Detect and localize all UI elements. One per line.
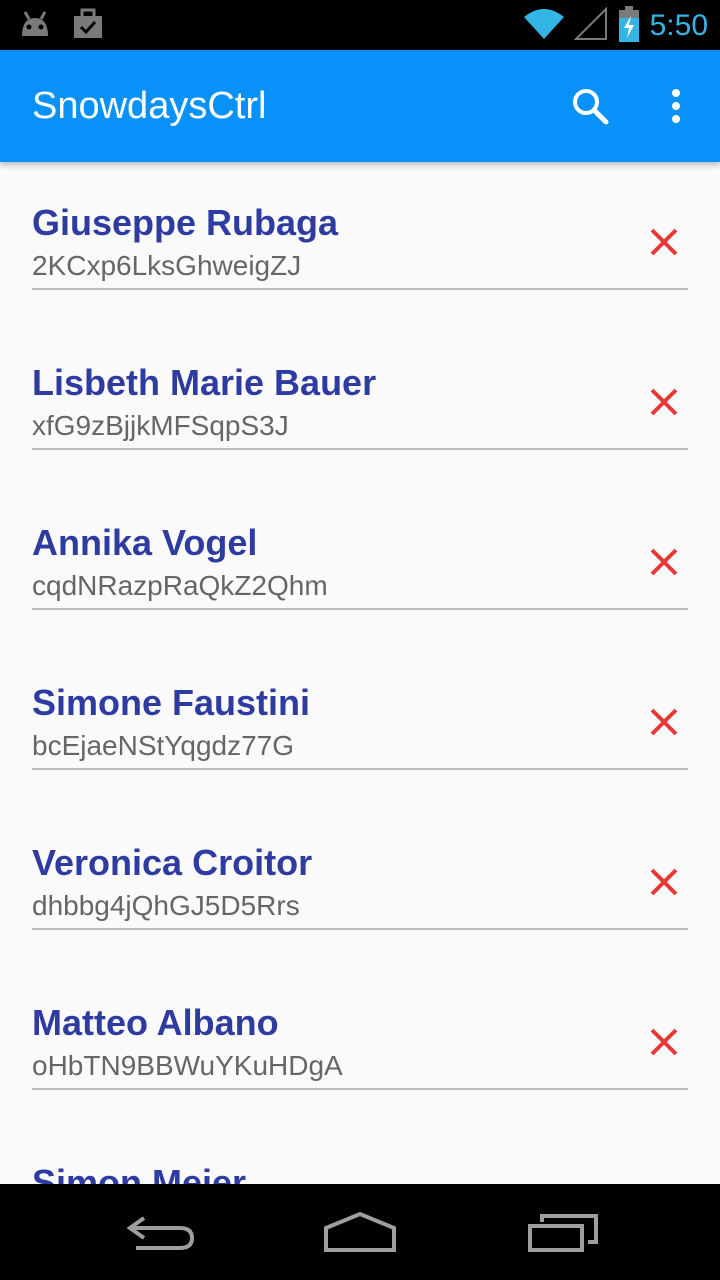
delete-icon[interactable]: [644, 542, 684, 582]
navigation-bar: [0, 1184, 720, 1280]
delete-icon[interactable]: [644, 382, 684, 422]
app-title: SnowdaysCtrl: [32, 85, 267, 127]
list-item[interactable]: Simon Meier: [0, 1122, 720, 1184]
item-code: cqdNRazpRaQkZ2Qhm: [32, 570, 328, 601]
overflow-menu-icon[interactable]: [656, 84, 696, 130]
back-icon[interactable]: [120, 1208, 200, 1256]
recents-icon[interactable]: [524, 1208, 604, 1256]
item-name: Simone Faustini: [32, 682, 311, 723]
briefcase-check-icon: [72, 8, 104, 44]
divider: [32, 608, 688, 610]
item-name: Annika Vogel: [32, 522, 258, 563]
item-name: Lisbeth Marie Bauer: [32, 362, 377, 403]
list-item[interactable]: Matteo Albano oHbTN9BBWuYKuHDgA: [0, 962, 720, 1122]
item-code: xfG9zBjjkMFSqpS3J: [32, 410, 289, 441]
delete-icon[interactable]: [644, 702, 684, 742]
list-item[interactable]: Simone Faustini bcEjaeNStYqgdz77G: [0, 642, 720, 802]
item-code: oHbTN9BBWuYKuHDgA: [32, 1050, 343, 1081]
user-list[interactable]: Giuseppe Rubaga 2KCxp6LksGhweigZJ Lisbet…: [0, 162, 720, 1184]
search-icon[interactable]: [568, 84, 614, 130]
clock: 5:50: [649, 9, 708, 42]
item-code: bcEjaeNStYqgdz77G: [32, 730, 295, 761]
divider: [32, 448, 688, 450]
divider: [32, 768, 688, 770]
item-name: Matteo Albano: [32, 1002, 279, 1043]
battery-charging-icon: [618, 6, 640, 46]
app-bar: SnowdaysCtrl: [0, 50, 720, 162]
list-item[interactable]: Annika Vogel cqdNRazpRaQkZ2Qhm: [0, 482, 720, 642]
item-code: 2KCxp6LksGhweigZJ: [32, 250, 302, 281]
item-name: Veronica Croitor: [32, 842, 313, 883]
list-item[interactable]: Lisbeth Marie Bauer xfG9zBjjkMFSqpS3J: [0, 322, 720, 482]
item-name: Simon Meier: [32, 1162, 247, 1184]
wifi-icon: [523, 7, 564, 45]
delete-icon[interactable]: [644, 862, 684, 902]
list-item[interactable]: Giuseppe Rubaga 2KCxp6LksGhweigZJ: [0, 162, 720, 322]
divider: [32, 288, 688, 290]
signal-icon: [573, 6, 608, 45]
delete-icon[interactable]: [644, 222, 684, 262]
divider: [32, 928, 688, 930]
list-item[interactable]: Veronica Croitor dhbbg4jQhGJ5D5Rrs: [0, 802, 720, 962]
home-icon[interactable]: [320, 1208, 400, 1256]
item-code: dhbbg4jQhGJ5D5Rrs: [32, 890, 300, 921]
delete-icon[interactable]: [644, 1022, 684, 1062]
divider: [32, 1088, 688, 1090]
status-bar: 5:50: [0, 0, 720, 50]
android-notification-icon: [16, 8, 54, 44]
item-name: Giuseppe Rubaga: [32, 202, 339, 243]
